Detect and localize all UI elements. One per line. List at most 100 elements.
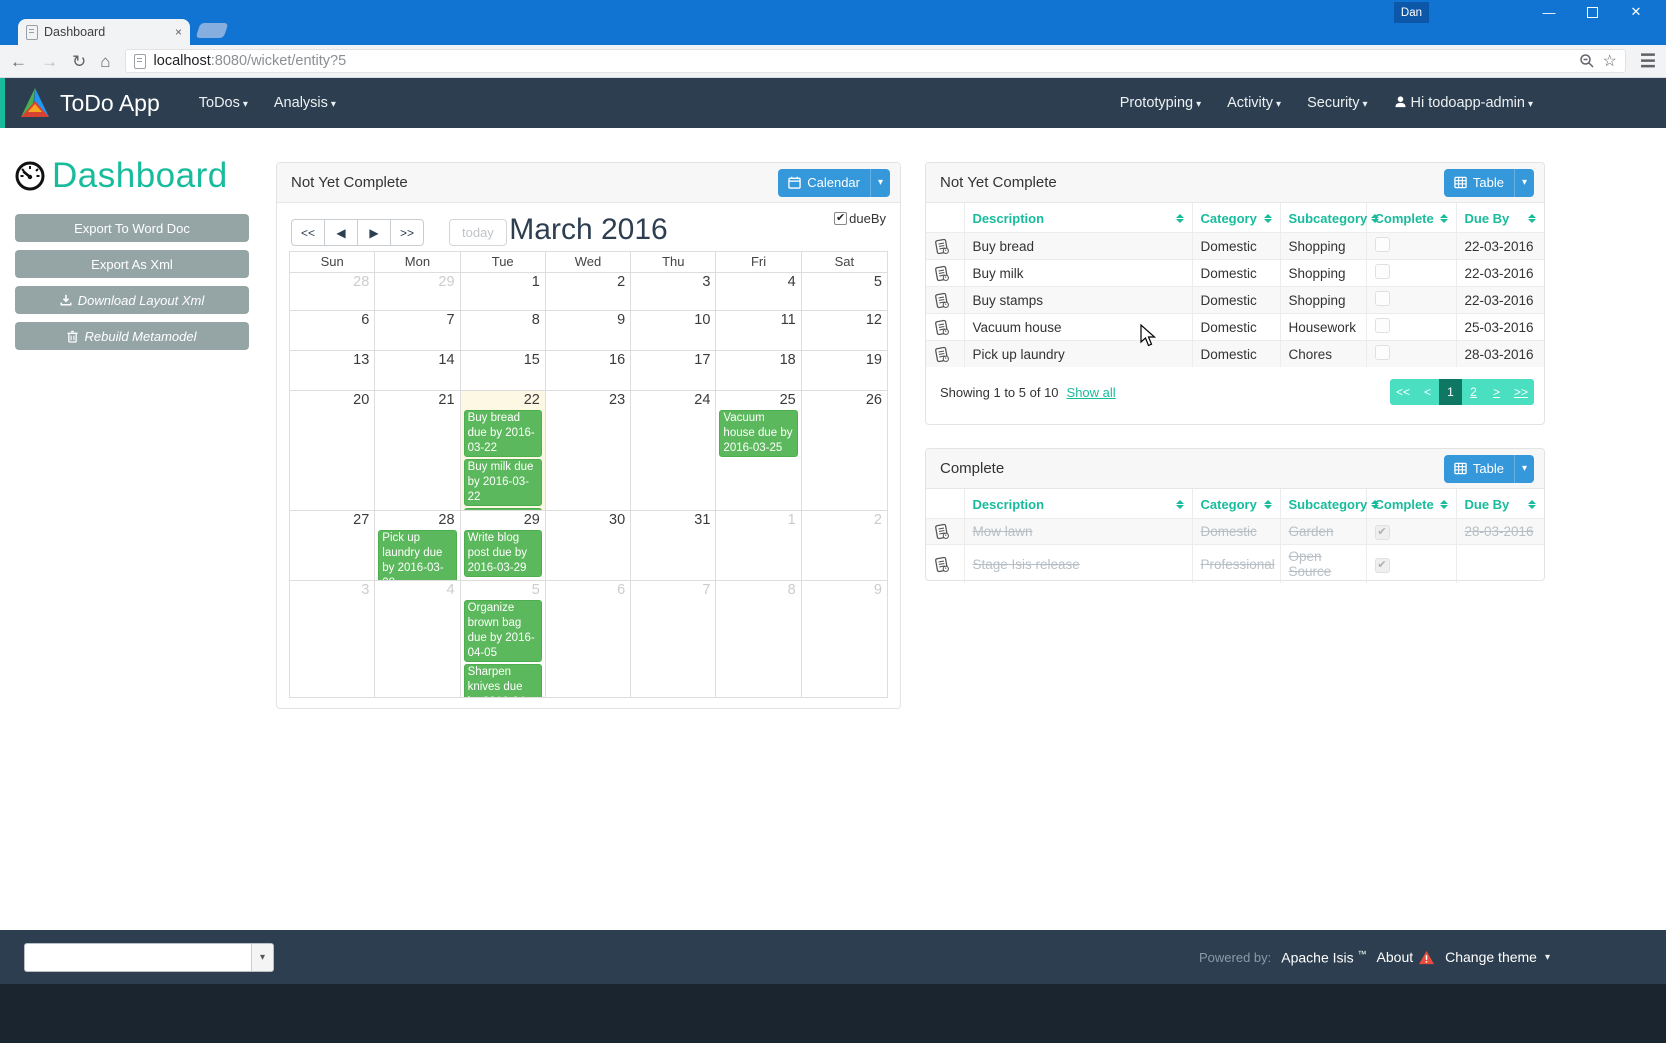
table-row[interactable]: Buy stampsDomesticShopping22-03-2016 <box>926 287 1544 314</box>
table-row[interactable]: Buy milkDomesticShopping22-03-2016 <box>926 260 1544 287</box>
column-header-due-by[interactable]: Due By <box>1456 489 1544 519</box>
table-view-main-button[interactable]: Table <box>1444 455 1514 483</box>
calendar-day-number: 28 <box>290 273 374 292</box>
table-row[interactable]: Mow lawnDomesticGarden✔28-03-2016 <box>926 519 1544 545</box>
column-header-complete[interactable]: Complete <box>1366 203 1456 233</box>
minimize-button[interactable]: — <box>1541 5 1557 20</box>
calendar-event[interactable]: Sharpen knives due by 2016-04-05 <box>464 664 542 697</box>
home-icon[interactable]: ⌂ <box>100 53 110 70</box>
sort-icon[interactable] <box>1176 500 1184 509</box>
about-link[interactable]: About <box>1377 949 1436 965</box>
nav-item-prototyping[interactable]: Prototyping▾ <box>1120 95 1201 111</box>
column-header-category[interactable]: Category <box>1192 489 1280 519</box>
column-header-label: Complete <box>1375 497 1434 512</box>
calendar-event[interactable]: Buy bread due by 2016-03-22 <box>464 410 542 457</box>
calendar-event[interactable]: Buy milk due by 2016-03-22 <box>464 459 542 506</box>
checkbox-checked[interactable]: ✔ <box>1375 525 1390 540</box>
address-bar[interactable]: localhost:8080/wicket/entity?5 ☆ <box>125 49 1626 73</box>
reload-icon[interactable]: ↻ <box>72 53 86 70</box>
column-header-complete[interactable]: Complete <box>1366 489 1456 519</box>
calendar-day-header: Sat <box>802 252 887 272</box>
sort-icon[interactable] <box>1176 214 1184 223</box>
nav-item-analysis[interactable]: Analysis▾ <box>274 95 336 111</box>
nav-item-activity[interactable]: Activity▾ <box>1227 95 1281 111</box>
maximize-button[interactable] <box>1587 7 1598 18</box>
cell-description[interactable]: Buy stamps <box>964 287 1192 314</box>
table-view-caret-button[interactable]: ▾ <box>1514 455 1534 483</box>
calendar-cell: 20 <box>290 390 375 510</box>
dueby-checkbox[interactable]: ✔ <box>834 212 847 225</box>
apache-isis-link[interactable]: Apache Isis ™ <box>1281 949 1366 966</box>
column-header-subcategory[interactable]: Subcategory <box>1280 489 1366 519</box>
dueby-toggle[interactable]: ✔ dueBy <box>834 211 886 226</box>
tab-close-icon[interactable]: × <box>175 25 182 39</box>
page-link[interactable]: >> <box>1508 379 1534 405</box>
calendar-cell: 31 <box>631 510 716 580</box>
column-header-category[interactable]: Category <box>1192 203 1280 233</box>
table-row[interactable]: Vacuum houseDomesticHousework25-03-2016 <box>926 314 1544 341</box>
checkbox-unchecked[interactable] <box>1375 291 1390 306</box>
calendar-event[interactable]: Vacuum house due by 2016-03-25 <box>719 410 797 457</box>
close-button[interactable]: ✕ <box>1628 4 1644 20</box>
table-row[interactable]: Buy breadDomesticShopping22-03-2016 <box>926 233 1544 260</box>
show-all-link[interactable]: Show all <box>1067 385 1116 400</box>
brand[interactable]: ToDo App <box>18 86 160 120</box>
change-theme-menu[interactable]: Change theme▾ <box>1445 949 1550 965</box>
sort-icon[interactable] <box>1528 214 1536 223</box>
column-header-due-by[interactable]: Due By <box>1456 203 1544 233</box>
checkbox-unchecked[interactable] <box>1375 264 1390 279</box>
nav-item-todos[interactable]: ToDos▾ <box>199 95 248 111</box>
export-to-word-doc-button[interactable]: Export To Word Doc <box>15 214 249 242</box>
new-tab-button[interactable] <box>196 23 229 38</box>
nav-item-security[interactable]: Security▾ <box>1307 95 1367 111</box>
column-header-description[interactable]: Description <box>964 203 1192 233</box>
calendar-event[interactable]: Organize brown bag due by 2016-04-05 <box>464 600 542 662</box>
url-text[interactable]: localhost:8080/wicket/entity?5 <box>154 53 1571 69</box>
sort-icon[interactable] <box>1264 500 1272 509</box>
cell-description[interactable]: Mow lawn <box>964 519 1192 545</box>
table-view-main-button[interactable]: Table <box>1444 169 1514 197</box>
sort-icon[interactable] <box>1528 500 1536 509</box>
calendar-event[interactable]: Write blog post due by 2016-03-29 <box>464 530 542 577</box>
checkbox-checked[interactable]: ✔ <box>1375 558 1390 573</box>
cell-description[interactable]: Pick up laundry <box>964 341 1192 368</box>
export-as-xml-button[interactable]: Export As Xml <box>15 250 249 278</box>
rebuild-metamodel-button[interactable]: Rebuild Metamodel <box>15 322 249 350</box>
column-header-subcategory[interactable]: Subcategory <box>1280 203 1366 233</box>
browser-menu-icon[interactable]: ☰ <box>1640 51 1656 72</box>
browser-tab[interactable]: Dashboard × <box>18 19 190 45</box>
browser-profile-badge[interactable]: Dan <box>1394 2 1429 23</box>
calendar-event[interactable]: Pick up laundry due by 2016-03-28 <box>378 530 456 580</box>
url-host: localhost <box>154 53 211 69</box>
table-row[interactable]: Pick up laundryDomesticChores28-03-2016 <box>926 341 1544 368</box>
back-icon[interactable]: ← <box>10 53 27 70</box>
nav-item-user-menu[interactable]: Hi todoapp-admin▾ <box>1394 95 1534 111</box>
table-row[interactable]: Stage Isis releaseProfessionalOpen Sourc… <box>926 545 1544 584</box>
checkbox-unchecked[interactable] <box>1375 318 1390 333</box>
calendar-day-number: 14 <box>375 351 459 370</box>
bookmark-star-icon[interactable]: ☆ <box>1603 51 1617 71</box>
column-header-description[interactable]: Description <box>964 489 1192 519</box>
footer-select-caret-icon[interactable]: ▾ <box>251 944 273 971</box>
sort-icon[interactable] <box>1264 214 1272 223</box>
cell-description[interactable]: Buy bread <box>964 233 1192 260</box>
window-controls: — ✕ <box>1541 0 1656 24</box>
page-current[interactable]: 1 <box>1439 379 1462 405</box>
calendar-cell: 29Write blog post due by 2016-03-29 <box>461 510 546 580</box>
sort-icon[interactable] <box>1440 214 1448 223</box>
sort-icon[interactable] <box>1440 500 1448 509</box>
footer-select[interactable]: ▾ <box>24 943 274 972</box>
cell-description[interactable]: Buy milk <box>964 260 1192 287</box>
cell-description[interactable]: Vacuum house <box>964 314 1192 341</box>
cell-description[interactable]: Stage Isis release <box>964 545 1192 584</box>
calendar-view-caret-button[interactable]: ▾ <box>870 169 890 197</box>
calendar-view-main-button[interactable]: Calendar <box>778 169 870 197</box>
download-layout-xml-button[interactable]: Download Layout Xml <box>15 286 249 314</box>
page-link[interactable]: 2 <box>1462 379 1485 405</box>
zoom-out-icon[interactable] <box>1579 53 1595 69</box>
table-view-caret-button[interactable]: ▾ <box>1514 169 1534 197</box>
page-link[interactable]: > <box>1485 379 1508 405</box>
checkbox-unchecked[interactable] <box>1375 345 1390 360</box>
forward-icon[interactable]: → <box>41 53 58 70</box>
checkbox-unchecked[interactable] <box>1375 237 1390 252</box>
